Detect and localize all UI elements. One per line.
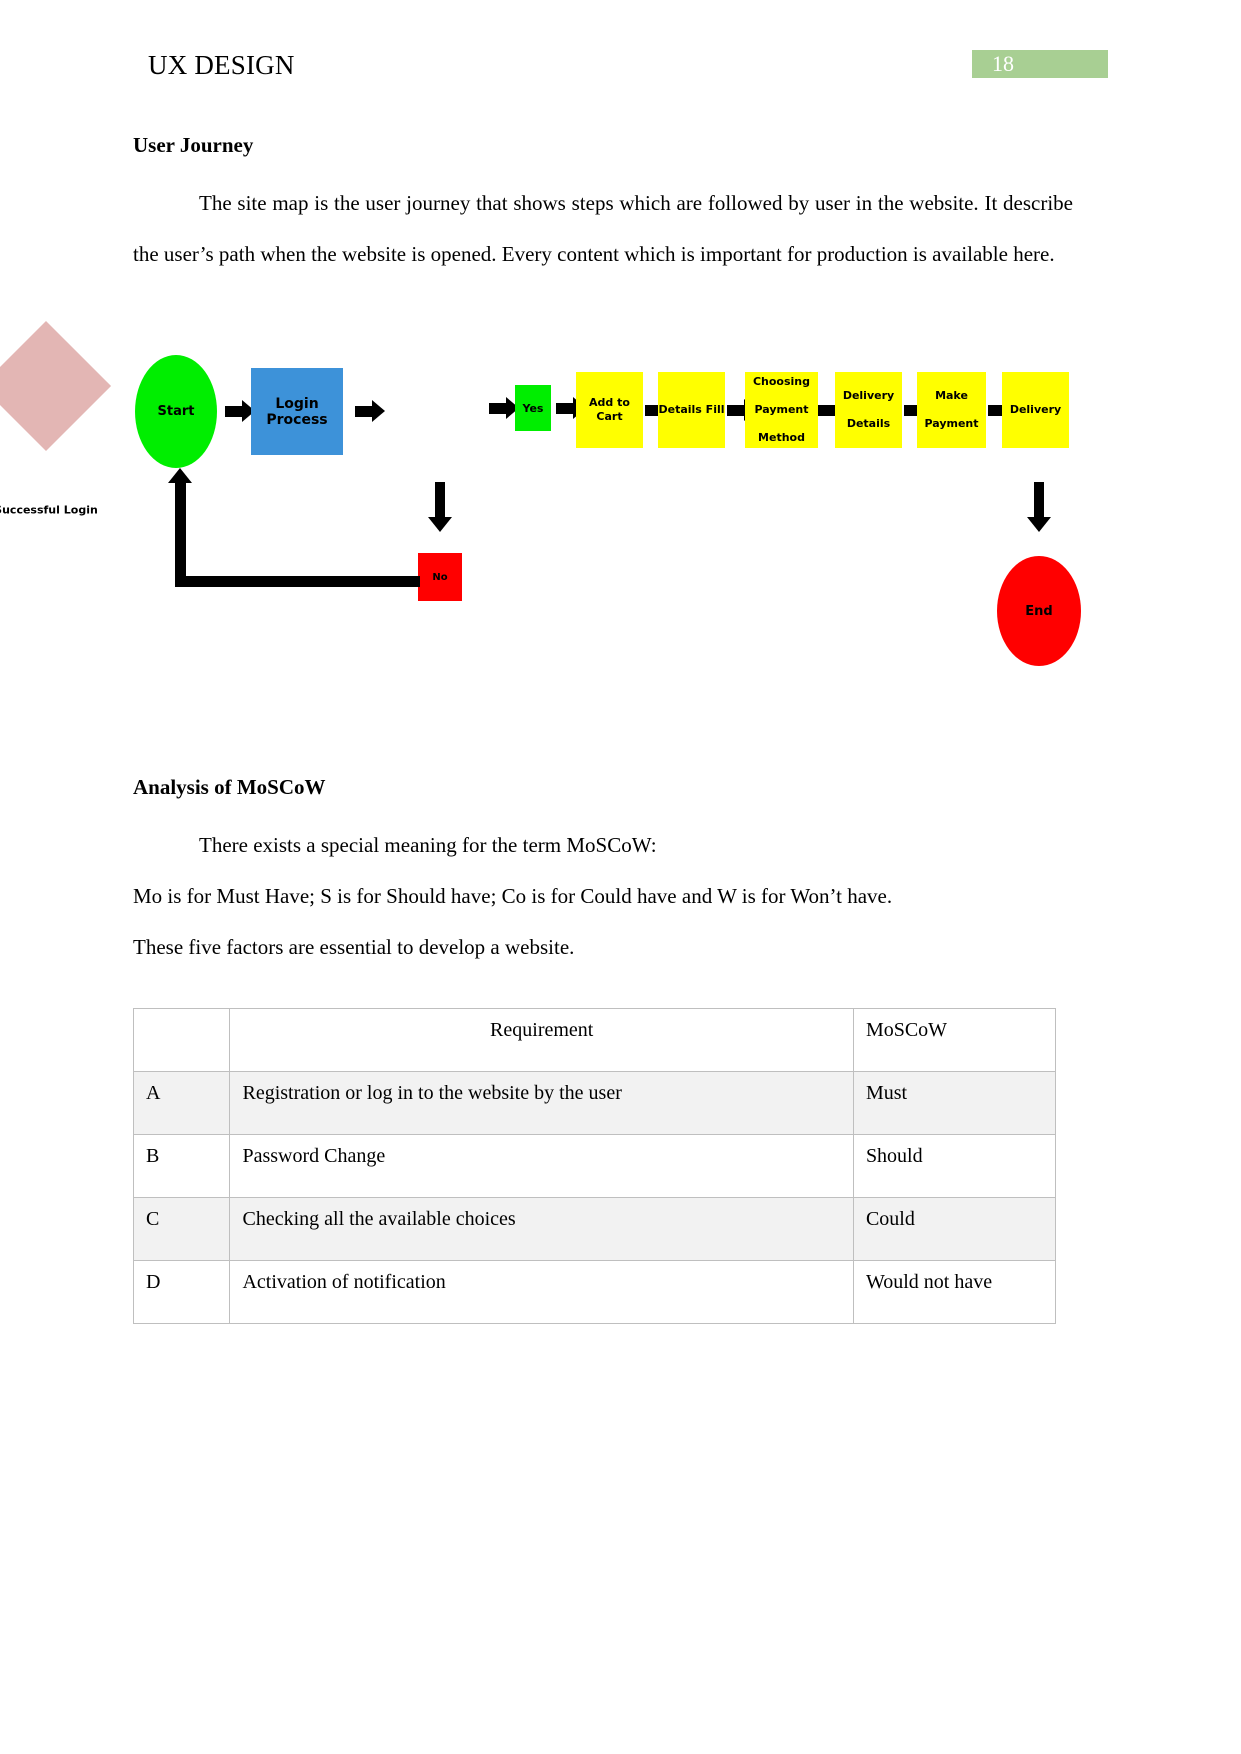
table-row: A Registration or log in to the website …: [132, 1071, 1057, 1135]
table-cell-moscow: Would not have: [852, 1260, 1057, 1324]
flow-node-start-label: Start: [157, 404, 195, 419]
table-cell-moscow: Could: [852, 1197, 1057, 1261]
table-row: D Activation of notification Would not h…: [132, 1260, 1057, 1324]
paragraph-moscow-2: Mo is for Must Have; S is for Should hav…: [133, 884, 893, 908]
choosing-line-2: Payment: [754, 403, 809, 416]
flow-node-delivery-label: Delivery: [1009, 403, 1062, 416]
page-header: UX DESIGN 18: [0, 48, 1241, 92]
table-cell-requirement: Registration or log in to the website by…: [229, 1071, 854, 1135]
table-cell-index: D: [132, 1260, 231, 1324]
paragraph-moscow-1: There exists a special meaning for the t…: [199, 833, 657, 857]
arrow-head: [372, 400, 385, 422]
document-body: User Journey The site map is the user jo…: [133, 130, 1073, 280]
arrow-head: [1027, 517, 1051, 532]
table-body: A Registration or log in to the website …: [132, 1071, 1057, 1324]
flow-node-yes: Yes: [515, 385, 551, 431]
table-cell-moscow: Should: [852, 1134, 1057, 1198]
table-header-requirement: Requirement: [229, 1008, 854, 1072]
flow-node-successful-login: Successful Login: [0, 320, 112, 517]
flow-node-yes-label: Yes: [522, 401, 544, 415]
table-cell-index: B: [132, 1134, 231, 1198]
table-row: B Password Change Should: [132, 1134, 1057, 1198]
table-header: Requirement MoSCoW: [132, 1008, 1057, 1072]
flow-node-delivery-details: Delivery Details: [835, 372, 902, 448]
choosing-line-1: Choosing: [752, 375, 811, 388]
table-cell-index: A: [132, 1071, 231, 1135]
arrow-shaft: [1034, 482, 1044, 518]
table-cell-moscow: Must: [852, 1071, 1057, 1135]
flow-node-start: Start: [135, 355, 217, 468]
flow-node-delivery-details-label: Delivery Details: [835, 389, 902, 431]
paragraph-moscow-3: These five factors are essential to deve…: [133, 935, 575, 959]
flow-node-choosing-payment-method: Choosing Payment Method: [745, 372, 818, 448]
successful-login-line-1: Successful: [0, 503, 60, 517]
flow-arrow-decision-to-no: [428, 482, 452, 532]
arrow-shaft: [556, 403, 574, 414]
flow-arrow-login-to-decision: [355, 400, 385, 422]
moscow-section: Analysis of MoSCoW There exists a specia…: [133, 772, 1073, 973]
choosing-line-3: Method: [758, 431, 805, 444]
flow-node-end: End: [997, 556, 1081, 666]
flow-feedback-vertical: [175, 482, 186, 582]
flow-feedback-horizontal: [175, 576, 420, 587]
flow-node-login-process-label: Login Process: [266, 395, 328, 428]
make-payment-line-2: Payment: [924, 417, 979, 430]
flow-arrow-delivery-to-end: [1027, 482, 1051, 532]
moscow-requirements-table: Requirement MoSCoW A Registration or log…: [132, 1008, 1057, 1324]
flow-node-successful-login-label: Successful Login: [0, 503, 100, 518]
flow-node-add-to-cart: Add to Cart: [576, 372, 643, 448]
flow-node-end-label: End: [1025, 603, 1053, 619]
flow-node-no: No: [418, 553, 462, 601]
table-row: C Checking all the available choices Cou…: [132, 1197, 1057, 1261]
arrow-shaft: [489, 403, 507, 414]
table-header-row: Requirement MoSCoW: [132, 1008, 1057, 1072]
table-header-index: [132, 1008, 231, 1072]
diamond-shape: [0, 320, 112, 452]
flow-node-make-payment-label: Make Payment: [917, 389, 986, 431]
flow-node-delivery: Delivery: [1002, 372, 1069, 448]
arrow-shaft: [355, 406, 373, 417]
arrow-shaft: [727, 405, 745, 416]
flow-node-details-fill-label: Details Fill: [658, 403, 725, 416]
page-number-badge: 18: [972, 50, 1108, 78]
arrow-shaft: [435, 482, 445, 518]
delivery-details-line-2: Details: [846, 417, 891, 430]
flow-node-details-fill: Details Fill: [658, 372, 725, 448]
document-title: UX DESIGN: [148, 50, 295, 80]
section-heading-moscow: Analysis of MoSCoW: [133, 775, 326, 799]
flow-node-add-to-cart-label: Add to Cart: [589, 396, 630, 423]
successful-login-line-2: Login: [63, 503, 98, 517]
paragraph-user-journey: The site map is the user journey that sh…: [133, 191, 1073, 266]
table-cell-requirement: Activation of notification: [229, 1260, 854, 1324]
make-payment-line-1: Make: [935, 389, 968, 402]
section-heading-user-journey: User Journey: [133, 133, 254, 157]
table-cell-index: C: [132, 1197, 231, 1261]
table-header-moscow: MoSCoW: [852, 1008, 1057, 1072]
arrow-head: [428, 517, 452, 532]
delivery-details-line-1: Delivery: [842, 389, 895, 402]
flow-node-login-process: Login Process: [251, 368, 343, 455]
flow-feedback-arrow-head: [168, 468, 192, 483]
flow-node-choosing-payment-method-label: Choosing Payment Method: [745, 375, 818, 445]
arrow-shaft: [818, 405, 836, 416]
arrow-shaft: [225, 406, 243, 417]
flow-node-no-label: No: [432, 571, 448, 583]
table-cell-requirement: Password Change: [229, 1134, 854, 1198]
user-journey-flowchart: Start Login Process Successful Login Yes…: [0, 320, 1241, 680]
table-cell-requirement: Checking all the available choices: [229, 1197, 854, 1261]
flow-node-make-payment: Make Payment: [917, 372, 986, 448]
